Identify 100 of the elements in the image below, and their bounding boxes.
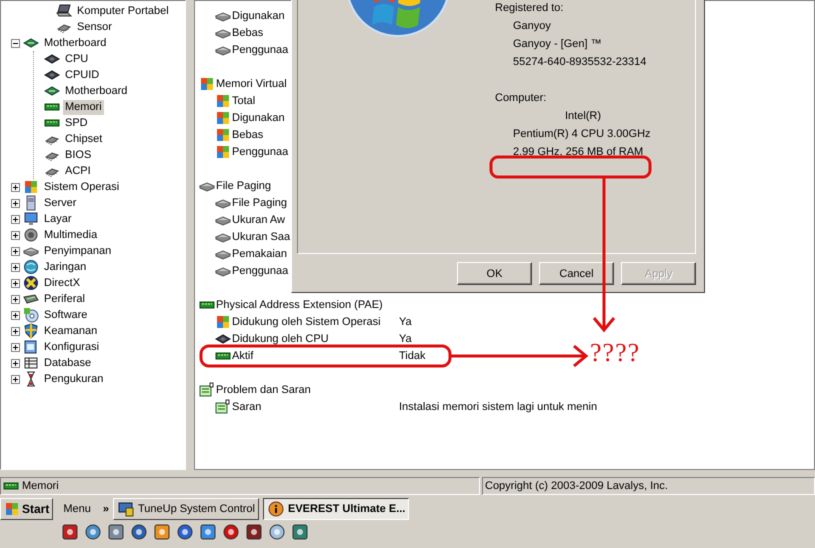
expander-icon[interactable] [11,38,20,48]
app-icon[interactable] [85,524,101,540]
property-name: Didukung oleh Sistem Operasi [232,316,381,328]
tree-item[interactable]: Software [42,308,90,322]
computer-info: 2.99 GHz, 256 MB of RAM [513,145,644,160]
tree-item[interactable]: SPD [63,116,90,130]
expander-icon[interactable] [11,294,20,304]
registration-info: Ganyoy - [Gen] ™ [512,37,603,52]
taskbar-button[interactable]: TuneUp System Control [113,498,259,520]
four-color-flag-icon [4,501,20,517]
app-icon[interactable] [177,524,193,540]
property-name: Didukung oleh CPU [232,332,329,344]
registration-info: 55274-640-8935532-23314 [512,55,648,70]
property-name: Aktif [232,350,254,362]
property-value: Ya [399,316,412,328]
x-mark-icon [23,275,39,291]
dialog-button[interactable]: OK [457,262,532,285]
taskbar-button[interactable]: EVEREST Ultimate E... [263,498,409,520]
app-icon[interactable] [62,524,78,540]
app-icon[interactable] [131,524,147,540]
property-name: Pemakaian [232,248,288,260]
computer-label: Computer: [495,91,548,106]
property-name: Saran [232,400,262,412]
tree-item[interactable]: Motherboard [63,84,130,98]
app-icon[interactable] [269,524,285,540]
globe-icon [23,259,39,275]
expander-icon[interactable] [11,342,20,352]
app-icon[interactable] [200,524,216,540]
tree-item[interactable]: Konfigurasi [42,340,102,354]
dialog-button[interactable]: Cancel [539,262,614,285]
four-color-flag-icon [215,110,231,126]
tree-item[interactable]: Keamanan [42,324,100,338]
property-value: Ya [399,332,412,344]
expander-icon[interactable] [11,262,20,272]
tree-item[interactable]: Chipset [63,132,104,146]
property-value: Instalasi memori sistem lagi untuk menin [399,400,598,412]
annotation-text: ???? [590,338,640,368]
property-name: Penggunaa [232,264,288,276]
expander-icon[interactable] [11,326,20,336]
app-icon[interactable] [246,524,262,540]
app-icon[interactable] [223,524,239,540]
speaker-icon [23,227,39,243]
laptop-icon [56,3,72,19]
four-color-flag-icon [215,144,231,160]
property-name: Digunakan [232,112,285,124]
note-icon [215,398,231,414]
note-icon [199,382,215,398]
tree-item[interactable]: CPU [63,52,90,66]
monitor-icon [23,211,39,227]
expander-icon[interactable] [11,374,20,384]
app-icon[interactable] [154,524,170,540]
tree-item[interactable]: Penyimpanan [42,244,114,258]
tree-item[interactable]: Pengukuran [42,372,106,386]
property-name: Total [232,94,256,106]
property-name: Bebas [232,26,264,38]
tree-item[interactable]: Periferal [42,292,87,306]
tree-item[interactable]: Layar [42,212,74,226]
four-color-flag-icon [215,126,231,142]
registration-info: Ganyoy [512,19,552,34]
computer-info: Pentium(R) 4 CPU 3.00GHz [513,127,652,142]
menu-link[interactable]: Menu [57,503,99,515]
property-name: Digunakan [232,10,285,22]
property-name: Penggunaa [232,44,288,56]
app-icon[interactable] [292,524,308,540]
expander-icon[interactable] [11,246,20,256]
tree-item[interactable]: BIOS [63,148,94,162]
property-name: File Paging [232,196,288,208]
expander-icon[interactable] [11,358,20,368]
tree-item[interactable]: Database [42,356,94,370]
settings-panel-icon [23,339,39,355]
app-icon[interactable] [108,524,124,540]
tree-item[interactable]: Jaringan [42,260,88,274]
start-button[interactable]: Start [0,498,54,520]
tree-item[interactable]: Memori [63,100,104,114]
tree-item[interactable]: Sistem Operasi [42,180,122,194]
tree-item[interactable]: ACPI [63,164,93,178]
tree-item[interactable]: DirectX [42,276,82,290]
property-name: Bebas [232,128,264,140]
section-heading: Problem dan Saran [216,384,311,396]
expander-icon[interactable] [11,278,20,288]
expander-icon[interactable] [11,310,20,320]
tree-item[interactable]: Server [42,196,78,210]
expander-icon[interactable] [11,214,20,224]
database-icon [23,355,39,371]
tree-item[interactable]: Multimedia [42,228,100,242]
monitor-icon [118,501,134,517]
registered-label: Registered to: [495,1,564,16]
status-text: Copyright (c) 2003-2009 Lavalys, Inc. [485,480,668,492]
property-name: Ukuran Aw [232,214,285,226]
expander-icon[interactable] [11,198,20,208]
tree-item[interactable]: Sensor [75,20,114,34]
tree-item[interactable]: Komputer Portabel [75,4,171,18]
tree-item[interactable]: CPUID [63,68,102,82]
expander-icon[interactable] [11,182,20,192]
tree-item[interactable]: Motherboard [42,36,108,50]
shield-icon [23,323,39,339]
property-name: Penggunaa [232,146,288,158]
chevron-button[interactable]: » [102,503,109,515]
section-heading: Physical Address Extension (PAE) [216,298,383,310]
expander-icon[interactable] [11,230,20,240]
